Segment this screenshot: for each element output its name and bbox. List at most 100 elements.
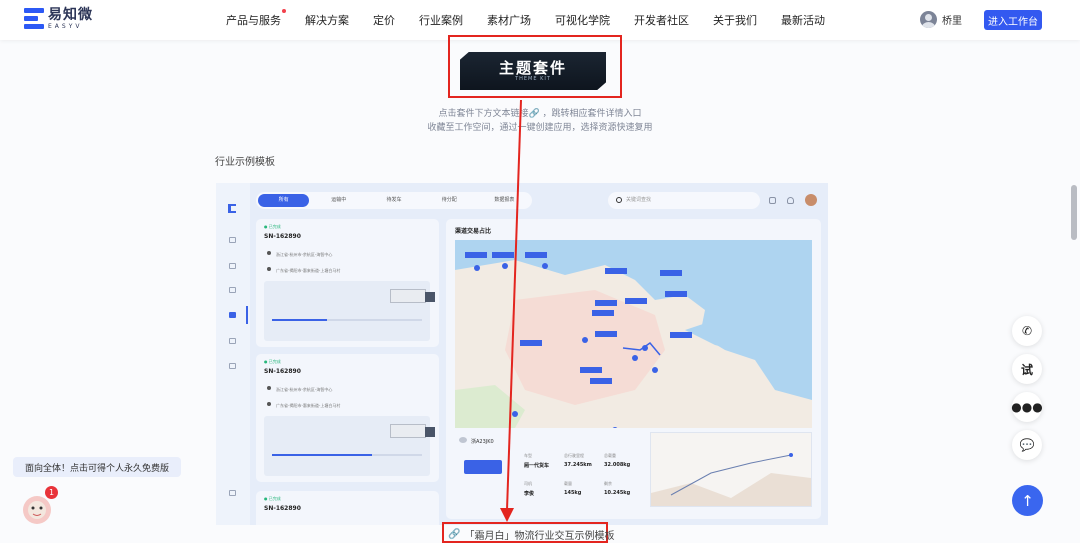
order-sn: SN-162890 [264, 505, 301, 512]
preview-tab: 待分配 [441, 197, 457, 203]
menu-item-materials[interactable]: 素材广场 [487, 12, 531, 28]
preview-monitor-icon [769, 197, 776, 204]
preview-search-icon [616, 197, 622, 203]
link-icon: 🔗 [448, 529, 461, 540]
preview-list-icon [229, 363, 236, 369]
logo-text: 易知微 [48, 7, 93, 23]
truck-icon [390, 289, 426, 303]
preview-search-placeholder: 关键词查找 [626, 197, 652, 203]
stat-value: 厢一代货车 [524, 463, 550, 469]
map-title: 渠道交易占比 [455, 228, 492, 235]
preview-tab: 待发车 [386, 197, 402, 203]
main-menu: 产品与服务 解决方案 定价 行业案例 素材广场 可视化学院 开发者社区 关于我们… [226, 0, 849, 40]
kit-subtitle: THEME KIT [515, 76, 551, 83]
logo[interactable]: 易知微 EASYV [24, 8, 93, 30]
preview-tab: 所有 [258, 194, 310, 207]
preview-order-card: ● 已完成 SN-162890 浙江省-杭州市-余杭区-海智中心 广东省-揭阳市… [256, 354, 439, 482]
free-version-promo[interactable]: 面向全体！点击可得个人永久免费版 [13, 457, 181, 477]
order-destination: 广东省-揭阳市-惠来街道-上塘白马村 [276, 403, 341, 408]
menu-item-cases[interactable]: 行业案例 [419, 12, 463, 28]
menu-item-about[interactable]: 关于我们 [713, 12, 757, 28]
vehicle-id: 浙A23JK0 [471, 439, 494, 445]
phone-button[interactable]: ✆ [1012, 316, 1042, 346]
phone-icon: ✆ [1021, 324, 1033, 338]
logo-subtext: EASYV [48, 23, 83, 30]
user-menu[interactable]: 桥里 [920, 11, 962, 28]
preview-avatar [805, 194, 817, 206]
preview-cart-icon [229, 263, 236, 269]
menu-item-events[interactable]: 最新活动 [781, 12, 825, 28]
destination-pin-icon [267, 402, 271, 406]
order-status: ● 已完成 [264, 224, 281, 229]
preview-search: 关键词查找 [608, 192, 760, 209]
progress-track [272, 319, 422, 321]
hint-line-2: 收藏至工作空间，通过一键创建应用，选择资源快速复用 [427, 123, 653, 133]
template-link[interactable]: 🔗 「霜月白」物流行业交互示例模板 [448, 527, 614, 542]
order-sn: SN-162890 [264, 368, 301, 375]
preview-order-card: ● 已完成 SN-162890 [256, 491, 439, 525]
user-name[interactable]: 桥里 [942, 12, 962, 27]
stat-value: 145kg [564, 490, 582, 496]
stat-label: 司机 [524, 481, 532, 486]
stat-label: 剩余 [604, 481, 612, 486]
new-dot [282, 9, 286, 13]
order-progress-panel [264, 416, 435, 476]
trial-button[interactable]: 试 [1012, 354, 1042, 384]
menu-item-developer[interactable]: 开发者社区 [634, 12, 689, 28]
preview-tab: 数据报表 [494, 197, 515, 203]
wechat-button[interactable]: 💬 [1012, 430, 1042, 460]
kit-title: 主题套件 [498, 58, 567, 77]
preview-tab: 运输中 [331, 197, 347, 203]
template-preview-image[interactable]: 所有 运输中 待发车 待分配 数据报表 关键词查找 ● 已完成 SN-16289… [216, 183, 828, 525]
route-map-svg [651, 453, 811, 506]
section-title: 行业示例模板 [215, 157, 275, 168]
template-link-label[interactable]: 「霜月白」物流行业交互示例模板 [464, 527, 614, 542]
chat-icon: ●●● [1011, 400, 1043, 414]
order-origin: 浙江省-杭州市-余杭区-海智中心 [276, 387, 333, 392]
preview-logo-icon [228, 204, 236, 213]
enter-workspace-button[interactable]: 进入工作台 [984, 10, 1042, 30]
back-to-top-button[interactable]: ↑ [1012, 485, 1043, 516]
top-navbar: 易知微 EASYV 产品与服务 解决方案 定价 行业案例 素材广场 可视化学院 … [0, 0, 1080, 40]
vehicle-icon [459, 437, 467, 443]
preview-grid-icon [229, 237, 236, 243]
avatar[interactable] [920, 11, 937, 28]
progress-fill [272, 454, 372, 456]
preview-tabs: 所有 运输中 待发车 待分配 数据报表 [256, 192, 532, 209]
stat-label: 总载重 [604, 453, 616, 458]
stat-label: 总行驶里程 [564, 453, 584, 458]
stat-label: 载量 [564, 481, 572, 486]
hint-line-1: 点击套件下方文本链接🔗 ，跳转相应套件详情入口 [438, 109, 642, 119]
arrow-up-icon: ↑ [1021, 491, 1034, 510]
preview-users-icon [229, 338, 236, 344]
order-status: ● 已完成 [264, 496, 281, 501]
logo-mark-icon [24, 8, 44, 30]
menu-item-solutions[interactable]: 解决方案 [305, 12, 349, 28]
theme-kit-badge: 主题套件 THEME KIT [460, 52, 606, 90]
order-status: ● 已完成 [264, 359, 281, 364]
preview-order-card: ● 已完成 SN-162890 浙江省-杭州市-余杭区-海智中心 广东省-揭阳市… [256, 219, 439, 347]
truck-cab-icon [425, 292, 435, 302]
stat-label: 车型 [524, 453, 532, 458]
order-origin: 浙江省-杭州市-余杭区-海智中心 [276, 252, 333, 257]
truck-cab-icon [425, 427, 435, 437]
logistics-map [455, 240, 812, 428]
menu-item-pricing[interactable]: 定价 [373, 12, 395, 28]
menu-item-academy[interactable]: 可视化学院 [555, 12, 610, 28]
preview-active-indicator [246, 306, 248, 324]
truck-icon [390, 424, 426, 438]
chat-button[interactable]: ●●● [1011, 392, 1043, 422]
progress-fill [272, 319, 327, 321]
page-scrollbar[interactable] [1071, 185, 1077, 240]
preview-map-panel: 渠道交易占比 浙A23JK0 车型 厢一代货车 总行驶里程 37.245km 总… [446, 219, 821, 519]
preview-doc-icon [229, 312, 236, 318]
order-destination: 广东省-揭阳市-惠来街道-上塘白马村 [276, 268, 341, 273]
wechat-icon: 💬 [1019, 438, 1035, 452]
preview-sidebar [216, 183, 250, 525]
route-mini-map [650, 432, 812, 507]
menu-item-products[interactable]: 产品与服务 [226, 9, 286, 28]
stat-value: 32.008kg [604, 462, 631, 468]
origin-pin-icon [267, 386, 271, 390]
vehicle-truck-icon [464, 460, 502, 474]
preview-exit-icon [229, 490, 236, 496]
